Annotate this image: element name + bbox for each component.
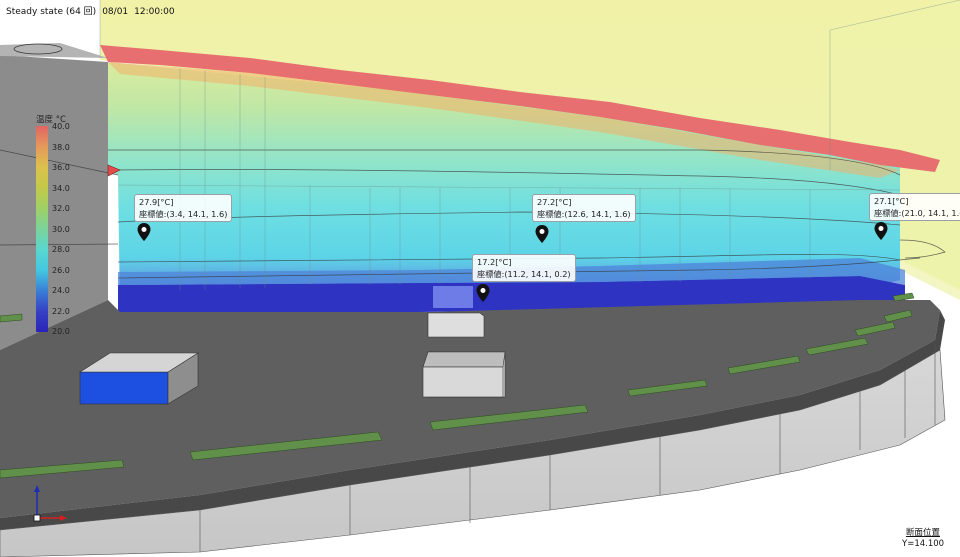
probe-coords: 座標値:(12.6, 14.1, 1.6) (537, 209, 631, 219)
probe-label[interactable]: 27.9[°C] 座標値:(3.4, 14.1, 1.6) (134, 194, 233, 222)
simulation-date: 08/01 (102, 7, 129, 17)
probe-label[interactable]: 27.2[°C] 座標値:(12.6, 14.1, 1.6) (532, 194, 636, 222)
probe-value: 27.2[°C] (537, 197, 572, 207)
legend-tick: 32.0 (52, 204, 70, 213)
probe-coords: 座標値:(11.2, 14.1, 0.2) (477, 269, 571, 279)
section-position: 断面位置 Y=14.100 (902, 528, 944, 550)
probe-pin-icon[interactable] (535, 225, 549, 243)
probe-pin-icon[interactable] (137, 223, 151, 241)
probe-pin-icon[interactable] (874, 222, 888, 240)
legend-tick: 28.0 (52, 245, 70, 254)
legend-color-bar (36, 126, 48, 332)
legend-tick: 20.0 (52, 327, 70, 336)
legend-tick: 30.0 (52, 225, 70, 234)
simulation-time: 12:00:00 (134, 7, 175, 17)
legend-tick: 38.0 (52, 143, 70, 152)
simulation-mode: Steady state (64 回) (6, 7, 97, 17)
grey-box-front (422, 351, 506, 398)
probe-value: 27.1[°C] (874, 196, 909, 206)
probe-label[interactable]: 27.1[°C] 座標値:(21.0, 14.1, 1.6) (869, 193, 960, 221)
legend-tick: 40.0 (52, 122, 70, 131)
section-position-value: Y=14.100 (902, 539, 945, 549)
probe-coords: 座標値:(3.4, 14.1, 1.6) (139, 209, 228, 219)
probe-pin-icon[interactable] (476, 284, 490, 302)
probe-label[interactable]: 17.2[°C] 座標値:(11.2, 14.1, 0.2) (472, 254, 576, 282)
probe-coords: 座標値:(21.0, 14.1, 1.6) (874, 208, 960, 218)
status-bar: Steady state (64 回) 08/01 12:00:00 (6, 4, 181, 17)
legend-tick: 34.0 (52, 184, 70, 193)
section-position-label: 断面位置 (906, 528, 941, 538)
legend-tick: 24.0 (52, 286, 70, 295)
probe-value: 17.2[°C] (477, 257, 512, 267)
temperature-legend: 温度 °C 40.0 38.0 36.0 34.0 32.0 30.0 28.0… (28, 113, 74, 336)
legend-tick: 22.0 (52, 307, 70, 316)
probe-value: 27.9[°C] (139, 197, 174, 207)
legend-tick: 36.0 (52, 163, 70, 172)
legend-tick: 26.0 (52, 266, 70, 275)
blue-box (78, 352, 200, 405)
